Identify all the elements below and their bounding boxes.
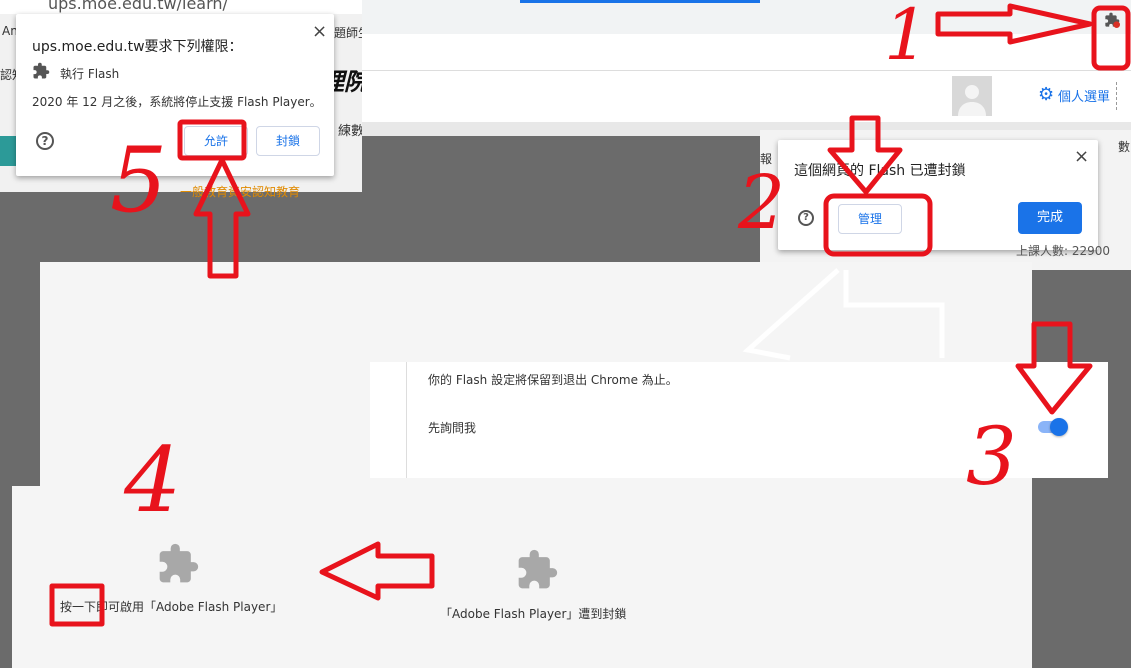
red-highlight-box [177,119,247,161]
connector-line [742,268,840,361]
step-number-1: 1 [884,0,929,76]
red-arrow-right [935,3,1093,45]
red-arrow-left [319,541,435,601]
step-number-2: 2 [738,160,786,246]
connector-line [843,270,945,358]
red-arrow-up [193,157,251,279]
annotation-overlay [49,3,1131,627]
red-arrow-down [1015,321,1093,415]
red-highlight-box [49,583,105,627]
step-number-3: 3 [966,410,1017,503]
step-number-5: 5 [110,128,168,233]
red-arrow-down [827,115,903,195]
red-highlight-box [823,193,933,257]
red-highlight-box [1091,5,1131,71]
step-number-4: 4 [124,428,182,533]
